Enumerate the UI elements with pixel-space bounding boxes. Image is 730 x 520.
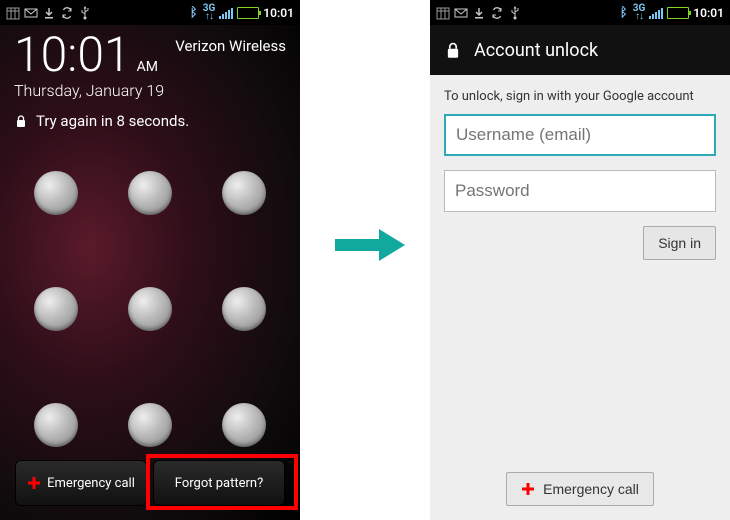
pattern-dot[interactable] — [34, 403, 78, 447]
bluetooth-icon — [615, 6, 629, 20]
pattern-dot[interactable] — [34, 287, 78, 331]
unlock-title: Account unlock — [474, 40, 598, 61]
status-bar: 3G ↑↓ 10:01 — [0, 0, 300, 25]
lock-screen: 10:01 AM Thursday, January 19 Verizon Wi… — [0, 25, 300, 520]
pattern-dot[interactable] — [34, 171, 78, 215]
pattern-dot[interactable] — [128, 403, 172, 447]
status-bar: 3G ↑↓ 10:01 — [430, 0, 730, 25]
lock-icon — [14, 114, 28, 128]
lockout-message: Try again in 8 seconds. — [14, 112, 286, 130]
bluetooth-icon — [185, 6, 199, 20]
lock-ampm: AM — [137, 60, 158, 74]
account-unlock-screen: Account unlock To unlock, sign in with y… — [430, 25, 730, 520]
pattern-dot[interactable] — [128, 171, 172, 215]
pattern-dot[interactable] — [222, 287, 266, 331]
download-icon — [42, 6, 56, 20]
carrier-label: Verizon Wireless — [175, 37, 286, 55]
mobile-data-icon: 3G ↑↓ — [633, 5, 646, 21]
mail-icon — [454, 6, 468, 20]
calendar-icon — [6, 6, 20, 20]
locked-phone-screen: 3G ↑↓ 10:01 10:01 AM Thursday, January 1… — [0, 0, 300, 520]
unlock-header: Account unlock — [430, 25, 730, 75]
sign-in-button[interactable]: Sign in — [643, 226, 716, 260]
arrow-icon — [335, 225, 405, 265]
password-field[interactable] — [444, 170, 716, 212]
pattern-dot[interactable] — [222, 403, 266, 447]
lockout-text: Try again in 8 seconds. — [36, 112, 189, 130]
lock-date: Thursday, January 19 — [14, 81, 164, 100]
sync-icon — [490, 6, 504, 20]
pattern-grid[interactable] — [14, 148, 286, 460]
battery-icon — [237, 7, 259, 19]
medical-plus-icon — [27, 476, 41, 490]
pattern-dot[interactable] — [128, 287, 172, 331]
unlock-phone-screen: 3G ↑↓ 10:01 Account unlock To unlock, si… — [430, 0, 730, 520]
signal-bars-icon — [219, 7, 233, 19]
emergency-call-label: Emergency call — [47, 476, 135, 491]
emergency-call-button[interactable]: Emergency call — [15, 460, 147, 506]
tutorial-highlight — [146, 454, 298, 510]
sync-icon — [60, 6, 74, 20]
emergency-call-button[interactable]: Emergency call — [506, 472, 654, 506]
emergency-call-label: Emergency call — [543, 481, 639, 497]
signal-bars-icon — [649, 7, 663, 19]
usb-icon — [508, 6, 522, 20]
status-clock: 10:01 — [693, 6, 724, 20]
username-field[interactable] — [444, 114, 716, 156]
mail-icon — [24, 6, 38, 20]
usb-icon — [78, 6, 92, 20]
lock-icon — [444, 41, 462, 59]
mobile-data-icon: 3G ↑↓ — [203, 5, 216, 21]
battery-icon — [667, 7, 689, 19]
lock-clock: 10:01 AM — [14, 31, 164, 79]
medical-plus-icon — [521, 482, 535, 496]
status-clock: 10:01 — [263, 6, 294, 20]
unlock-instruction: To unlock, sign in with your Google acco… — [444, 89, 716, 104]
download-icon — [472, 6, 486, 20]
calendar-icon — [436, 6, 450, 20]
pattern-dot[interactable] — [222, 171, 266, 215]
lock-time: 10:01 — [14, 31, 131, 79]
